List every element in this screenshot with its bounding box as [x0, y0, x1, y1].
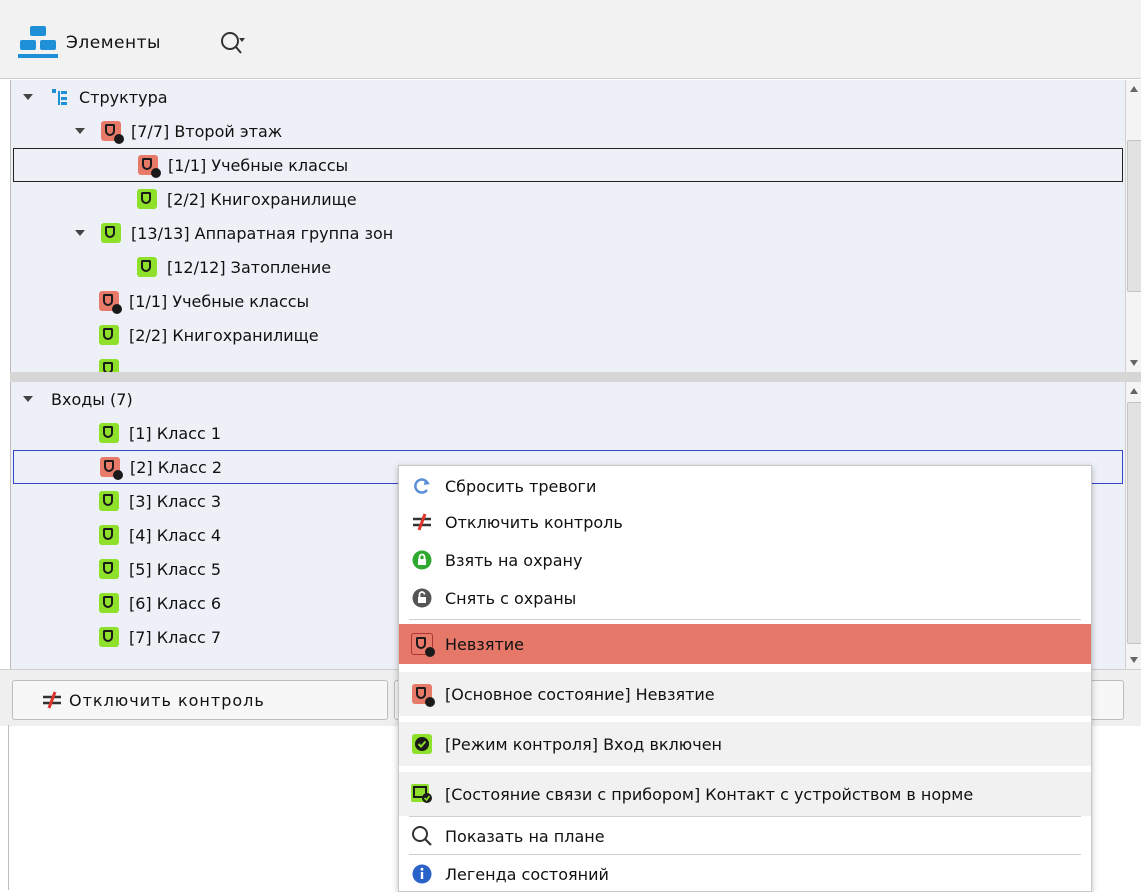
menu-item-label: Отключить контроль [445, 512, 623, 532]
tree-label: [12/12] Затопление [167, 257, 332, 277]
zone-ok-icon [99, 325, 119, 345]
tree-row-inputs-group[interactable]: Входы (7) [23, 382, 133, 416]
tree-row-library-2[interactable]: [2/2] Книгохранилище [99, 318, 319, 352]
state-label: [Основное состояние] Невзятие [445, 684, 715, 704]
pane-splitter[interactable] [10, 372, 1141, 382]
search-dropdown-icon[interactable] [220, 30, 246, 60]
context-menu[interactable]: Сбросить тревоги Отключить контроль Взят… [398, 465, 1092, 892]
zone-ok-icon [137, 257, 157, 277]
menu-item-label: Снять с охраны [445, 588, 577, 608]
structure-icon [51, 88, 69, 106]
search-icon [411, 825, 433, 847]
reset-icon [411, 475, 433, 497]
tree-label: [7] Класс 7 [129, 627, 221, 647]
structure-scrollbar[interactable] [1125, 80, 1141, 372]
disable-control-label: Отключить контроль [69, 690, 265, 710]
zone-ok-icon [137, 189, 157, 209]
tree-row-classrooms-selected[interactable]: [1/1] Учебные классы [13, 148, 1123, 182]
tree-label: [1/1] Учебные классы [168, 155, 349, 175]
menu-item-disarm[interactable]: Снять с охраны [399, 580, 1091, 616]
check-icon [412, 734, 432, 754]
tree-row-input-6[interactable]: [6] Класс 6 [99, 586, 221, 620]
structure-tree[interactable]: Структура [7/7] Второй этаж [1/1] Учебны… [10, 80, 1126, 372]
tree-label: [1] Класс 1 [129, 423, 221, 443]
tree-row-second-floor[interactable]: [7/7] Второй этаж [75, 114, 282, 148]
zone-ok-icon [99, 525, 119, 545]
tree-label: [7/7] Второй этаж [131, 121, 283, 141]
tree-row-hardware-group[interactable]: [13/13] Аппаратная группа зон [75, 216, 393, 250]
elements-toolbar [0, 0, 1141, 79]
tree-row-input-5[interactable]: [5] Класс 5 [99, 552, 221, 586]
tree-label: [6] Класс 6 [129, 593, 221, 613]
inputs-scrollbar[interactable] [1125, 382, 1141, 669]
disable-control-icon [41, 691, 63, 709]
expand-arrow-icon[interactable] [23, 396, 33, 402]
tree-label: [2] Класс 2 [130, 457, 222, 477]
tree-label: [2/2] Книгохранилище [167, 189, 357, 209]
zone-ok-icon [101, 223, 121, 243]
tree-label: [1/1] Учебные классы [129, 291, 310, 311]
zone-alarm-icon [99, 291, 122, 314]
tree-label: Входы (7) [51, 389, 133, 409]
device-link-icon [411, 784, 433, 804]
zone-ok-icon [99, 627, 119, 647]
lock-icon [411, 549, 433, 571]
tree-label: [13/13] Аппаратная группа зон [131, 223, 394, 243]
info-icon [411, 863, 433, 885]
tree-label: [2/2] Книгохранилище [129, 325, 319, 345]
unlock-icon [411, 587, 433, 609]
menu-item-label: Невзятие [445, 634, 524, 654]
tree-row-classrooms[interactable]: [1/1] Учебные классы [99, 284, 309, 318]
elements-icon [18, 26, 62, 74]
tree-row-input-3[interactable]: [3] Класс 3 [99, 484, 221, 518]
zone-ok-icon [99, 559, 119, 579]
state-device-link: [Состояние связи с прибором] Контакт с у… [399, 772, 1091, 816]
menu-item-not-armed[interactable]: Невзятие [399, 624, 1091, 664]
zone-alarm-icon [101, 121, 124, 144]
state-main: [Основное состояние] Невзятие [399, 672, 1091, 716]
tree-label: [5] Класс 5 [129, 559, 221, 579]
expand-arrow-icon[interactable] [23, 94, 33, 100]
expand-arrow-icon[interactable] [75, 230, 85, 236]
menu-item-label: Показать на плане [445, 826, 605, 846]
menu-item-label: Взять на охрану [445, 550, 583, 570]
zone-alarm-icon [411, 633, 435, 657]
panel-title: Элементы [66, 33, 161, 53]
zone-ok-icon [99, 423, 119, 443]
menu-item-label: Легенда состояний [445, 864, 609, 884]
state-control-mode: [Режим контроля] Вход включен [399, 722, 1091, 766]
tree-row-structure[interactable]: Структура [23, 80, 168, 114]
menu-item-reset-alarms[interactable]: Сбросить тревоги [399, 468, 1091, 504]
tree-row-input-7[interactable]: [7] Класс 7 [99, 620, 221, 654]
state-label: [Состояние связи с прибором] Контакт с у… [445, 784, 974, 804]
zone-alarm-icon [100, 457, 123, 480]
tree-row-input-4[interactable]: [4] Класс 4 [99, 518, 221, 552]
menu-item-arm[interactable]: Взять на охрану [399, 542, 1091, 578]
zone-alarm-icon [138, 155, 161, 178]
state-label: [Режим контроля] Вход включен [445, 734, 722, 754]
zone-ok-icon [99, 491, 119, 511]
tree-row-flooding[interactable]: [12/12] Затопление [137, 250, 331, 284]
menu-item-disable-control[interactable]: Отключить контроль [399, 504, 1091, 540]
tree-label: [4] Класс 4 [129, 525, 221, 545]
disable-control-icon [411, 511, 433, 533]
expand-arrow-icon[interactable] [75, 128, 85, 134]
menu-item-show-on-plan[interactable]: Показать на плане [399, 818, 1091, 854]
tree-row-input-1[interactable]: [1] Класс 1 [99, 416, 221, 450]
tree-row-partial[interactable] [99, 352, 129, 372]
tree-row-library[interactable]: [2/2] Книгохранилище [137, 182, 357, 216]
zone-alarm-icon [412, 684, 435, 707]
tree-label: Структура [79, 87, 168, 107]
disable-control-button[interactable]: Отключить контроль [12, 680, 388, 720]
tree-label: [3] Класс 3 [129, 491, 221, 511]
zone-ok-icon [99, 593, 119, 613]
menu-item-label: Сбросить тревоги [445, 476, 597, 496]
menu-item-state-legend[interactable]: Легенда состояний [399, 856, 1091, 892]
zone-ok-icon [99, 359, 119, 372]
